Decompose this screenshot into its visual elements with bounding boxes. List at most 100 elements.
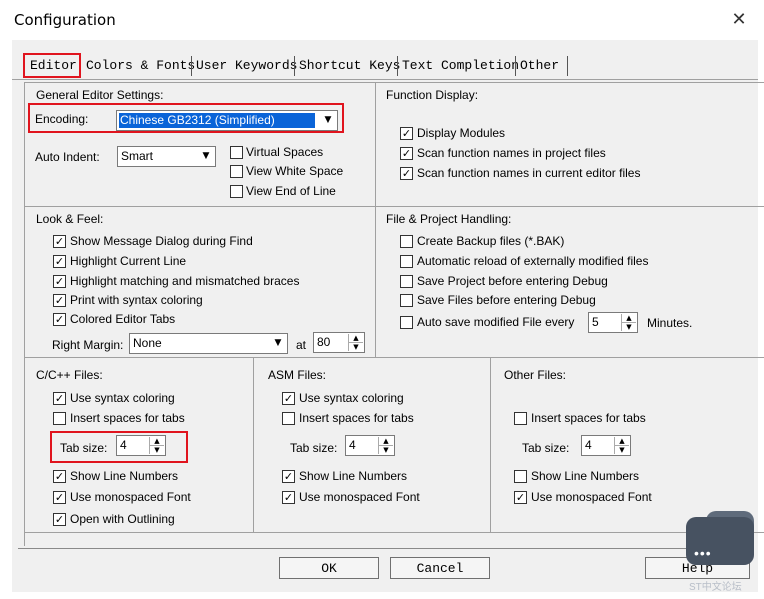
virtual-spaces-label: Virtual Spaces — [246, 145, 324, 159]
ok-button[interactable]: OK — [279, 557, 379, 579]
save-files-checkbox[interactable] — [400, 294, 413, 307]
asm-mono-font-label: Use monospaced Font — [299, 490, 420, 504]
tab-editor[interactable]: Editor — [28, 56, 79, 76]
other-tab-size-stepper[interactable]: 4 ▲ ▼ — [581, 435, 631, 456]
asm-mono-font-checkbox[interactable]: ✓ — [282, 491, 295, 504]
stepper-buttons: ▲ ▼ — [621, 314, 636, 331]
tab-separator — [515, 56, 516, 76]
print-syntax-checkbox[interactable]: ✓ — [53, 294, 66, 307]
panel-divider-horizontal — [24, 206, 764, 207]
asm-syntax-label: Use syntax coloring — [299, 391, 404, 405]
tab-shortcut-keys[interactable]: Shortcut Keys — [297, 56, 402, 76]
arrow-down-icon[interactable]: ▼ — [379, 446, 393, 454]
c-mono-font-checkbox[interactable]: ✓ — [53, 491, 66, 504]
view-end-of-line-label: View End of Line — [246, 184, 336, 198]
cancel-button[interactable]: Cancel — [390, 557, 490, 579]
save-project-label: Save Project before entering Debug — [417, 274, 608, 288]
auto-indent-value: Smart — [121, 149, 154, 163]
arrow-down-icon[interactable]: ▼ — [622, 323, 636, 331]
c-mono-font-label: Use monospaced Font — [70, 490, 191, 504]
file-handling-header: File & Project Handling: — [386, 212, 512, 226]
create-backup-label: Create Backup files (*.BAK) — [417, 234, 565, 248]
scan-project-checkbox[interactable]: ✓ — [400, 147, 413, 160]
arrow-down-icon[interactable]: ▼ — [349, 343, 363, 351]
other-insert-spaces-checkbox[interactable] — [514, 412, 527, 425]
other-mono-font-checkbox[interactable]: ✓ — [514, 491, 527, 504]
chevron-down-icon[interactable]: ▼ — [198, 148, 214, 165]
asm-files-header: ASM Files: — [268, 368, 327, 382]
view-white-space-label: View White Space — [246, 164, 344, 178]
panel-border-top — [24, 82, 764, 83]
c-insert-spaces-label: Insert spaces for tabs — [70, 411, 185, 425]
other-tab-size-value: 4 — [585, 438, 592, 452]
close-icon[interactable]: ✕ — [727, 8, 751, 32]
auto-save-stepper[interactable]: 5 ▲ ▼ — [588, 312, 638, 333]
footer-separator — [18, 548, 752, 549]
auto-save-checkbox[interactable] — [400, 316, 413, 329]
c-tab-size-label: Tab size: — [60, 441, 108, 455]
tab-other[interactable]: Other — [518, 56, 561, 76]
auto-save-label: Auto save modified File every — [417, 315, 575, 329]
c-outlining-checkbox[interactable]: ✓ — [53, 513, 66, 526]
asm-tab-size-stepper[interactable]: 4 ▲ ▼ — [345, 435, 395, 456]
arrow-up-icon[interactable]: ▲ — [622, 314, 636, 323]
highlight-line-label: Highlight Current Line — [70, 254, 187, 268]
arrow-up-icon[interactable]: ▲ — [379, 437, 393, 446]
asm-insert-spaces-checkbox[interactable] — [282, 412, 295, 425]
show-message-checkbox[interactable]: ✓ — [53, 235, 66, 248]
chevron-down-icon[interactable]: ▼ — [270, 335, 286, 352]
highlight-braces-label: Highlight matching and mismatched braces — [70, 274, 300, 288]
right-margin-value: None — [133, 336, 162, 350]
tab-text-completion[interactable]: Text Completion — [400, 56, 521, 76]
display-modules-checkbox[interactable]: ✓ — [400, 127, 413, 140]
auto-indent-select[interactable]: Smart ▼ — [117, 146, 216, 167]
colored-tabs-checkbox[interactable]: ✓ — [53, 313, 66, 326]
asm-syntax-checkbox[interactable]: ✓ — [282, 392, 295, 405]
arrow-up-icon[interactable]: ▲ — [150, 437, 164, 446]
c-tab-size-stepper[interactable]: 4 ▲ ▼ — [116, 435, 166, 456]
tab-separator — [567, 56, 568, 76]
auto-reload-checkbox[interactable] — [400, 255, 413, 268]
chevron-down-icon[interactable]: ▼ — [320, 112, 336, 129]
right-margin-stepper[interactable]: 80 ▲ ▼ — [313, 332, 365, 353]
create-backup-checkbox[interactable] — [400, 235, 413, 248]
encoding-select[interactable]: Chinese GB2312 (Simplified) ▼ — [116, 110, 338, 131]
virtual-spaces-checkbox[interactable] — [230, 146, 243, 159]
asm-line-numbers-checkbox[interactable]: ✓ — [282, 470, 295, 483]
arrow-down-icon[interactable]: ▼ — [150, 446, 164, 454]
arrow-up-icon[interactable]: ▲ — [615, 437, 629, 446]
asm-tab-size-value: 4 — [349, 438, 356, 452]
look-feel-header: Look & Feel: — [36, 212, 104, 226]
other-line-numbers-checkbox[interactable] — [514, 470, 527, 483]
highlight-line-checkbox[interactable]: ✓ — [53, 255, 66, 268]
auto-indent-label: Auto Indent: — [35, 150, 100, 164]
view-white-space-checkbox[interactable] — [230, 165, 243, 178]
other-mono-font-label: Use monospaced Font — [531, 490, 652, 504]
watermark-text: ST中文论坛 — [689, 582, 742, 593]
right-margin-select[interactable]: None ▼ — [129, 333, 288, 354]
watermark-dots: ••• — [694, 545, 712, 561]
c-insert-spaces-checkbox[interactable] — [53, 412, 66, 425]
c-syntax-checkbox[interactable]: ✓ — [53, 392, 66, 405]
save-files-label: Save Files before entering Debug — [417, 293, 596, 307]
c-line-numbers-label: Show Line Numbers — [70, 469, 179, 483]
tab-colors-fonts[interactable]: Colors & Fonts — [84, 56, 197, 76]
other-insert-spaces-label: Insert spaces for tabs — [531, 411, 646, 425]
asm-insert-spaces-label: Insert spaces for tabs — [299, 411, 414, 425]
minutes-label: Minutes. — [647, 316, 693, 330]
save-project-checkbox[interactable] — [400, 275, 413, 288]
show-message-label: Show Message Dialog during Find — [70, 234, 253, 248]
right-margin-label: Right Margin: — [52, 338, 124, 352]
stepper-buttons: ▲ ▼ — [378, 437, 393, 454]
c-line-numbers-checkbox[interactable]: ✓ — [53, 470, 66, 483]
colored-tabs-label: Colored Editor Tabs — [70, 312, 176, 326]
highlight-braces-checkbox[interactable]: ✓ — [53, 275, 66, 288]
scan-editor-checkbox[interactable]: ✓ — [400, 167, 413, 180]
arrow-up-icon[interactable]: ▲ — [349, 334, 363, 343]
c-outlining-label: Open with Outlining — [70, 512, 175, 526]
view-end-of-line-checkbox[interactable] — [230, 185, 243, 198]
auto-save-value: 5 — [592, 315, 599, 329]
arrow-down-icon[interactable]: ▼ — [615, 446, 629, 454]
panel-border-left — [24, 82, 25, 546]
tab-user-keywords[interactable]: User Keywords — [194, 56, 299, 76]
